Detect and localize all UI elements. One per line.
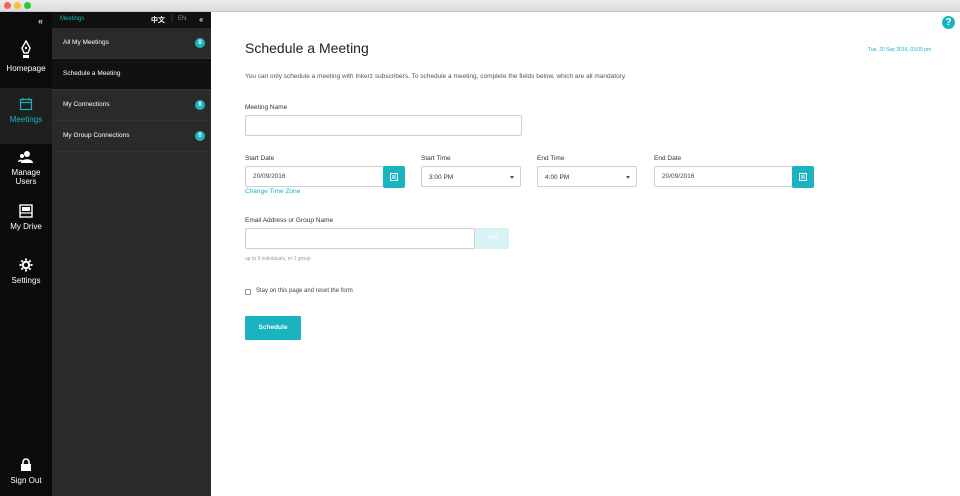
end-date-input[interactable] [654, 166, 793, 187]
count-badge: 0 [195, 131, 205, 141]
window-titlebar [0, 0, 960, 12]
end-date-label: End Date [654, 155, 682, 162]
pen-nib-icon [21, 40, 31, 58]
nav-meetings-label: Meetings [9, 115, 43, 124]
collapse-subnav-icon[interactable]: ‹‹ [199, 15, 203, 24]
email-input[interactable] [245, 228, 475, 249]
calendar-icon [799, 173, 807, 181]
subnav-item-label: My Connections [63, 101, 110, 108]
main-sidebar: ‹‹ Homepage Meetings Manage Users My Dri… [0, 12, 52, 496]
current-datetime: Tue, 20 Sep 2016, 03:05 pm [868, 47, 932, 53]
end-date-calendar-button[interactable] [792, 166, 814, 188]
start-date-label: Start Date [245, 155, 275, 162]
meeting-name-label: Meeting Name [245, 104, 288, 111]
stay-on-page-checkbox[interactable] [245, 289, 251, 295]
language-chinese[interactable]: 中文 [151, 15, 165, 25]
subnav-title: Meetings [60, 16, 85, 22]
nav-sign-out-label: Sign Out [10, 476, 42, 485]
end-time-select[interactable]: 4:00 PM [537, 166, 637, 187]
users-icon [18, 151, 33, 163]
chevron-down-icon [510, 176, 514, 179]
nav-homepage-label: Homepage [6, 64, 46, 73]
schedule-button[interactable]: Schedule [245, 316, 301, 340]
change-time-zone-link[interactable]: Change Time Zone [245, 188, 300, 195]
nav-my-drive-label: My Drive [10, 222, 42, 231]
intro-text: You can only schedule a meeting with Ink… [245, 73, 627, 80]
end-time-value: 4:00 PM [545, 174, 570, 181]
nav-settings-label: Settings [11, 276, 41, 285]
collapse-sidebar-icon[interactable]: ‹‹ [38, 16, 43, 26]
subnav-header: Meetings 中文 | EN ‹‹ [52, 12, 211, 28]
subnav-item-schedule-a-meeting[interactable]: Schedule a Meeting [52, 59, 211, 90]
count-badge: 0 [195, 38, 205, 48]
add-button[interactable]: Add [475, 228, 509, 249]
minimize-window-button[interactable] [14, 2, 21, 9]
nav-manage-users[interactable]: Manage Users [0, 150, 52, 196]
subnav-item-label: My Group Connections [63, 132, 130, 139]
calendar-icon [390, 173, 398, 181]
stay-on-page-label[interactable]: Stay on this page and reset the form [256, 288, 353, 294]
meeting-name-input[interactable] [245, 115, 522, 136]
nav-settings[interactable]: Settings [0, 258, 52, 304]
subnav-item-my-connections[interactable]: My Connections 6 [52, 90, 211, 121]
email-hint: up to 9 individuals, or 1 group [245, 256, 311, 262]
subnav-item-all-my-meetings[interactable]: All My Meetings 0 [52, 28, 211, 59]
lock-icon [21, 458, 31, 471]
count-badge: 6 [195, 100, 205, 110]
page-title: Schedule a Meeting [245, 40, 369, 56]
calendar-icon [19, 98, 33, 111]
subnav-item-label: Schedule a Meeting [63, 70, 121, 77]
start-date-calendar-button[interactable] [383, 166, 405, 188]
start-date-input[interactable] [245, 166, 384, 187]
language-english[interactable]: EN [178, 16, 186, 22]
subnav-item-my-group-connections[interactable]: My Group Connections 0 [52, 121, 211, 152]
subnav-item-label: All My Meetings [63, 39, 109, 46]
start-time-label: Start Time [421, 155, 451, 162]
gear-icon [19, 258, 33, 272]
start-time-value: 3:00 PM [429, 174, 454, 181]
nav-manage-users-label: Manage Users [11, 168, 41, 186]
language-separator: | [171, 15, 173, 22]
drive-icon [19, 204, 33, 218]
help-icon[interactable]: ? [942, 16, 955, 29]
close-window-button[interactable] [4, 2, 11, 9]
start-time-select[interactable]: 3:00 PM [421, 166, 521, 187]
nav-meetings[interactable]: Meetings [0, 88, 52, 144]
nav-homepage[interactable]: Homepage [0, 38, 52, 80]
email-label: Email Address or Group Name [245, 217, 334, 224]
meetings-subnav: Meetings 中文 | EN ‹‹ All My Meetings 0 Sc… [52, 12, 211, 496]
zoom-window-button[interactable] [24, 2, 31, 9]
chevron-down-icon [626, 176, 630, 179]
end-time-label: End Time [537, 155, 565, 162]
nav-sign-out[interactable]: Sign Out [0, 458, 52, 494]
nav-my-drive[interactable]: My Drive [0, 204, 52, 250]
